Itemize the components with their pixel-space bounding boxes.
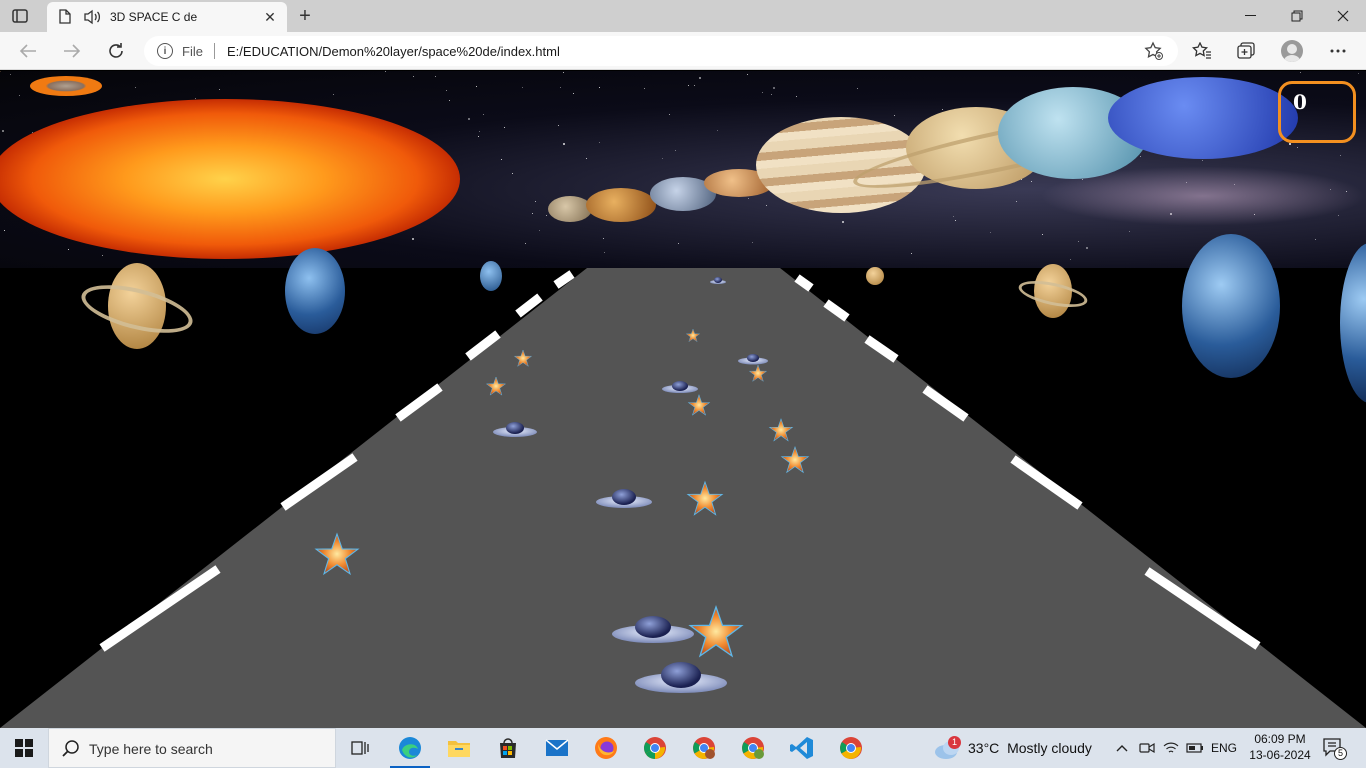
star-collectible	[749, 364, 767, 382]
clock-date: 13-06-2024	[1249, 748, 1311, 762]
battery-icon[interactable]	[1184, 728, 1206, 768]
firefox-icon[interactable]	[582, 728, 630, 768]
page-icon	[59, 9, 71, 29]
star-collectible	[686, 328, 700, 342]
weather-condition: Mostly cloudy	[1007, 740, 1092, 756]
chrome-profile-2-icon[interactable]	[729, 728, 777, 768]
vscode-icon[interactable]	[778, 728, 826, 768]
tab-actions-icon[interactable]	[8, 6, 32, 26]
refresh-icon[interactable]	[102, 38, 130, 64]
windows-start-icon[interactable]	[0, 728, 48, 768]
clock-time: 06:09 PM	[1254, 732, 1306, 746]
chrome-profile-icon[interactable]	[680, 728, 728, 768]
chrome-icon[interactable]	[631, 728, 679, 768]
search-icon	[61, 739, 81, 759]
game-canvas[interactable]: 0	[0, 71, 1366, 728]
favorites-icon[interactable]	[1190, 40, 1214, 62]
taskbar: Type here to search 1 33°C Mostly cloudy…	[0, 728, 1366, 768]
url-scheme-label: File	[182, 44, 203, 59]
weather-badge: 1	[948, 736, 961, 749]
task-view-icon[interactable]	[336, 728, 384, 768]
file-explorer-icon[interactable]	[435, 728, 483, 768]
score-value: 0	[1293, 90, 1307, 114]
star-collectible	[781, 446, 809, 473]
star-collectible	[687, 481, 723, 516]
star-layer	[0, 71, 809, 657]
star-collectible	[688, 394, 710, 416]
close-window-button[interactable]	[1320, 0, 1366, 32]
new-tab-button[interactable]: +	[294, 5, 316, 27]
minimize-button[interactable]	[1228, 0, 1274, 32]
tab-strip: 3D SPACE C de ✕ +	[0, 0, 1366, 32]
weather-temp: 33°C	[968, 740, 1000, 756]
edge-app-icon[interactable]	[386, 728, 434, 768]
url-divider	[214, 43, 215, 59]
more-menu-icon[interactable]	[1326, 40, 1350, 62]
weather-widget[interactable]: 1 33°C Mostly cloudy	[934, 728, 1104, 768]
profile-avatar[interactable]	[1281, 40, 1303, 62]
star-collectible	[486, 376, 506, 396]
notification-count: 5	[1334, 747, 1347, 760]
meet-now-icon[interactable]	[1136, 728, 1158, 768]
tab-active[interactable]: 3D SPACE C de ✕	[47, 2, 287, 32]
tab-close-icon[interactable]: ✕	[261, 8, 279, 26]
add-favorite-icon[interactable]	[1144, 41, 1164, 66]
hud-saturn-ring	[30, 76, 102, 96]
url-text[interactable]: E:/EDUCATION/Demon%20layer/space%20de/in…	[227, 44, 560, 59]
restore-button[interactable]	[1274, 0, 1320, 32]
chevron-up-icon[interactable]	[1112, 728, 1132, 768]
star-collectible	[769, 418, 793, 442]
taskbar-search-input[interactable]: Type here to search	[48, 728, 336, 768]
score-panel: 0	[1278, 81, 1356, 143]
star-collectible	[514, 349, 532, 367]
language-indicator[interactable]: ENG	[1208, 728, 1240, 768]
collections-icon[interactable]	[1234, 40, 1258, 62]
tab-title: 3D SPACE C de	[110, 10, 198, 24]
browser-toolbar: i File E:/EDUCATION/Demon%20layer/space%…	[0, 32, 1366, 70]
notification-center-icon[interactable]: 5	[1322, 736, 1347, 760]
star-collectible	[315, 533, 359, 575]
search-placeholder: Type here to search	[89, 741, 213, 757]
address-bar[interactable]: i File E:/EDUCATION/Demon%20layer/space%…	[144, 36, 1178, 66]
mail-icon[interactable]	[533, 728, 581, 768]
clock[interactable]: 06:09 PM 13-06-2024	[1240, 731, 1320, 763]
chrome-profile-3-icon[interactable]	[827, 728, 875, 768]
wifi-icon[interactable]	[1160, 728, 1182, 768]
weather-summary: 33°C Mostly cloudy	[968, 740, 1092, 756]
browser-window: 3D SPACE C de ✕ + i File E:/EDUCATION/De…	[0, 0, 1366, 768]
site-info-icon[interactable]: i	[157, 43, 173, 59]
speaker-icon[interactable]	[83, 9, 101, 30]
back-arrow-icon[interactable]	[14, 38, 42, 64]
star-collectible	[689, 606, 743, 657]
forward-arrow-icon[interactable]	[58, 38, 86, 64]
store-icon[interactable]	[484, 728, 532, 768]
